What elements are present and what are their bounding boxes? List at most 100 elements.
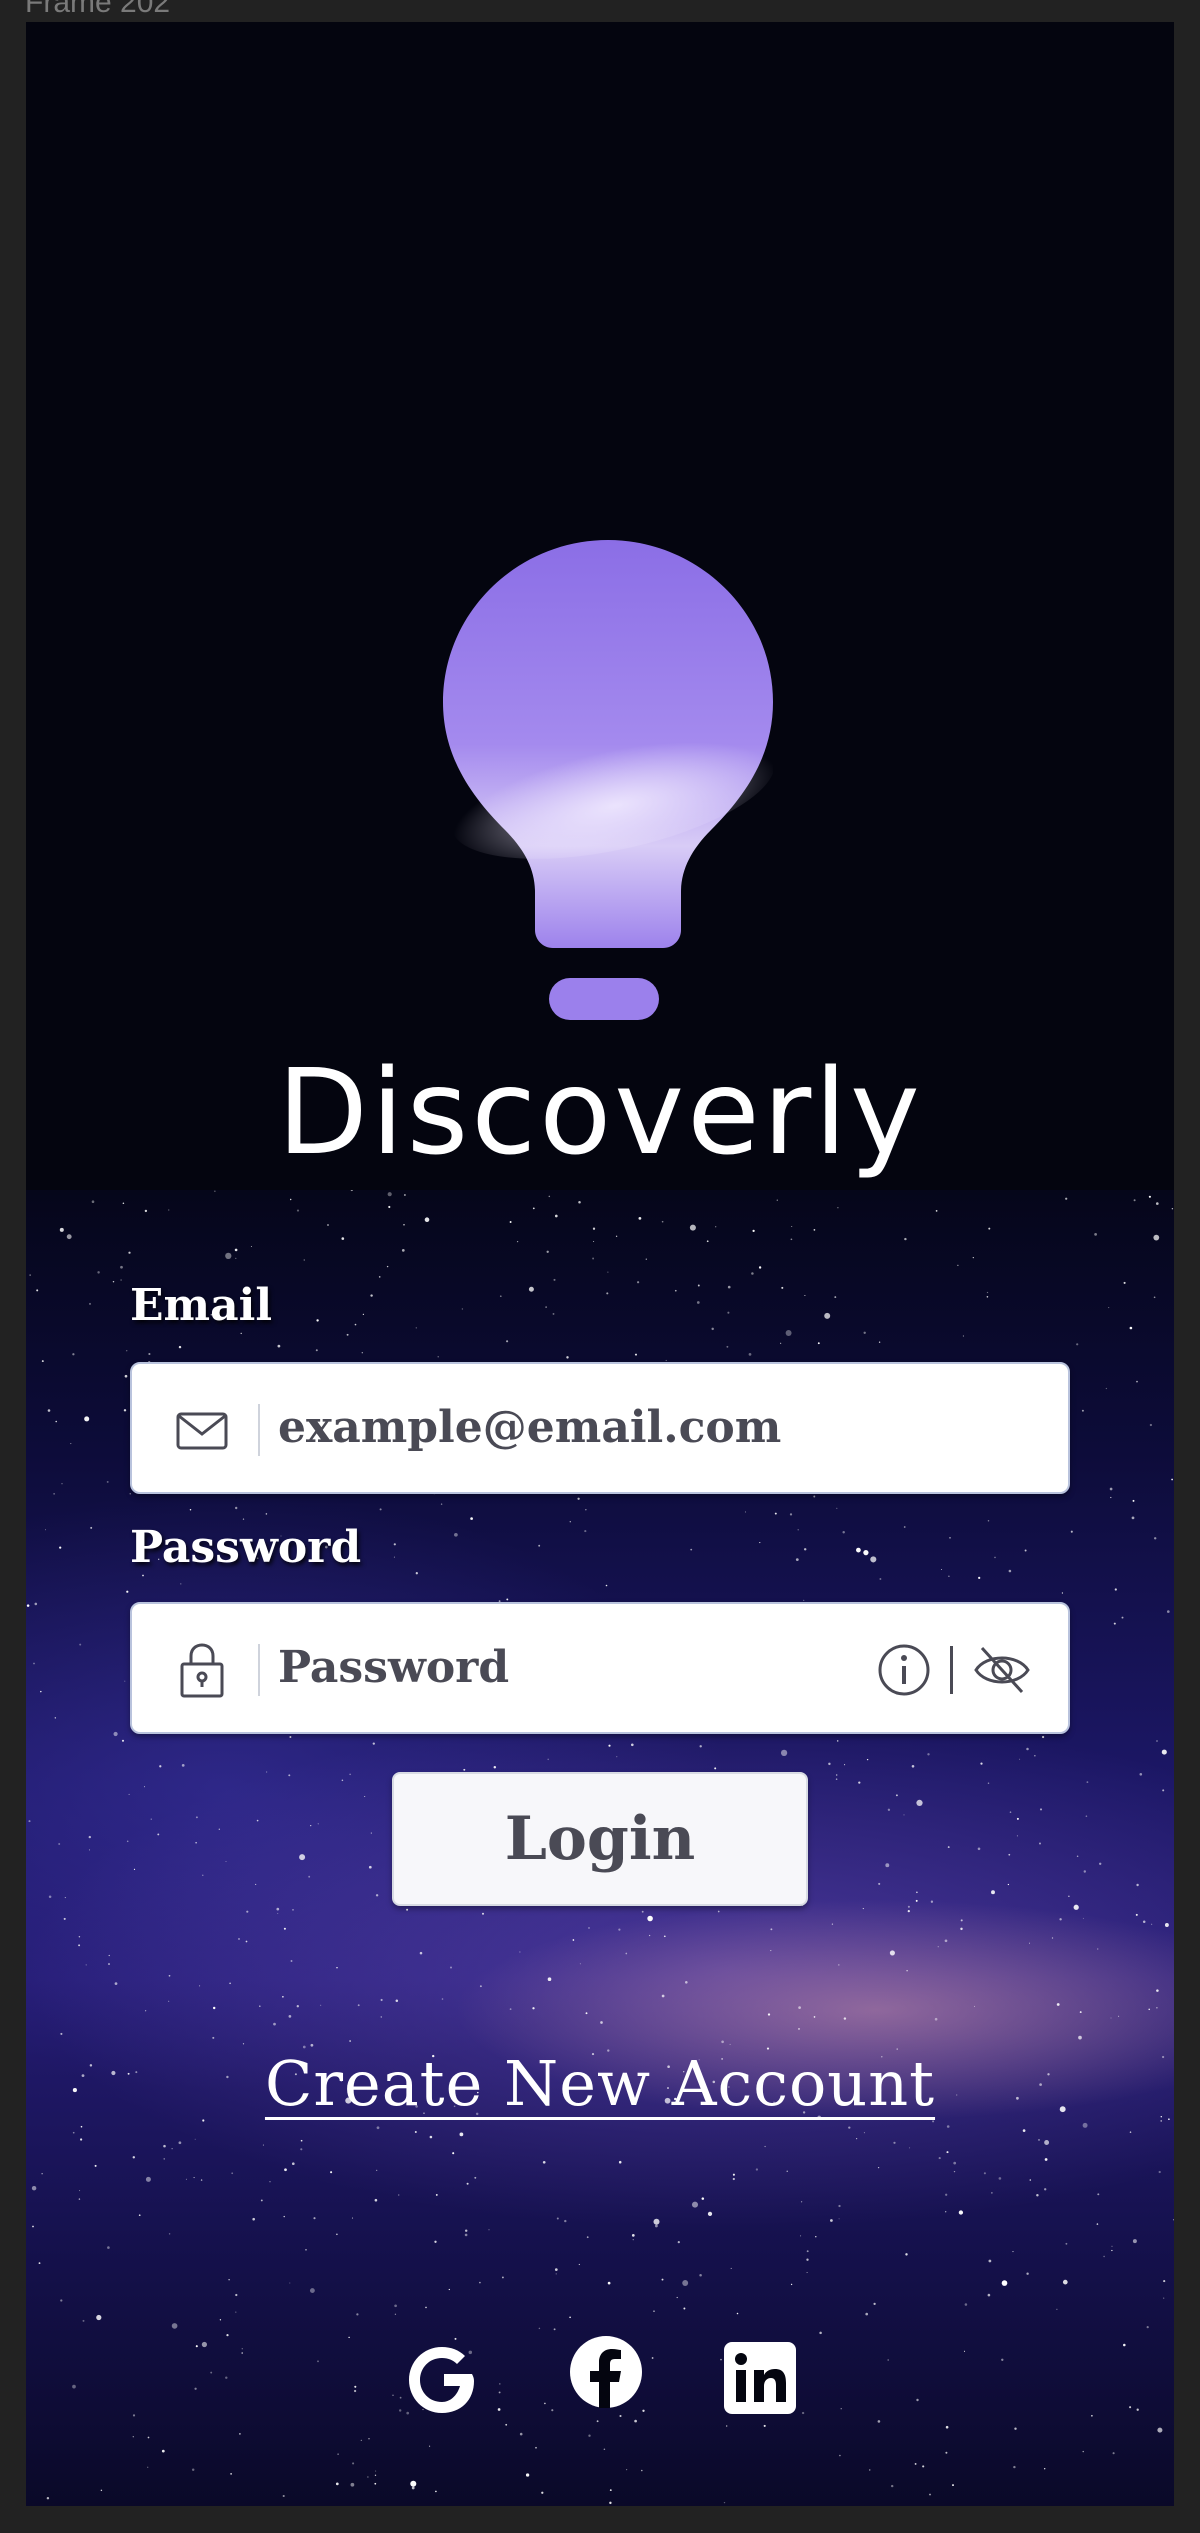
- star: [448, 2288, 450, 2291]
- star: [592, 1227, 596, 1230]
- star: [732, 2177, 735, 2181]
- star: [31, 2185, 37, 2191]
- password-input[interactable]: [278, 1604, 838, 1732]
- star: [1039, 1808, 1043, 1811]
- star: [973, 2005, 976, 2007]
- star: [1044, 2468, 1046, 2470]
- star: [171, 2323, 178, 2329]
- star: [682, 2280, 689, 2286]
- star: [341, 1779, 344, 1782]
- star: [960, 1927, 963, 1931]
- star: [346, 1333, 349, 1336]
- star: [470, 1517, 473, 1520]
- star: [815, 2236, 817, 2238]
- star: [1013, 2465, 1016, 2469]
- star: [1083, 1870, 1087, 1873]
- star: [242, 1518, 245, 1520]
- star: [904, 1237, 907, 1241]
- star: [780, 1749, 788, 1757]
- star: [265, 1771, 268, 1773]
- star: [953, 2161, 957, 2165]
- star: [288, 1774, 291, 1777]
- eye-slash-icon[interactable]: [972, 1640, 1032, 1700]
- star: [144, 1209, 148, 1213]
- password-field[interactable]: [130, 1602, 1070, 1734]
- star: [398, 2194, 400, 2196]
- star: [632, 2239, 634, 2241]
- star: [393, 1556, 395, 1558]
- star: [839, 2454, 841, 2457]
- star: [947, 1846, 950, 1849]
- star: [706, 1240, 709, 1243]
- star: [1082, 2450, 1084, 2453]
- google-icon[interactable]: [404, 2340, 484, 2420]
- star: [195, 1816, 198, 1819]
- star: [259, 2005, 261, 2007]
- star: [1044, 2158, 1048, 2161]
- star: [606, 1292, 609, 1295]
- star: [300, 2139, 303, 2142]
- star: [1129, 2406, 1132, 2409]
- star: [283, 1927, 286, 1930]
- star: [1146, 2326, 1149, 2329]
- star: [88, 1849, 91, 1851]
- star: [100, 2489, 103, 2492]
- star: [707, 2211, 713, 2217]
- star: [988, 1227, 991, 1230]
- linkedin-icon[interactable]: [720, 2338, 800, 2418]
- star: [1012, 2251, 1014, 2253]
- star: [856, 2138, 858, 2140]
- star: [893, 2141, 896, 2144]
- star: [1062, 2279, 1068, 2285]
- star: [960, 1919, 963, 1922]
- star: [225, 1252, 232, 1260]
- star: [938, 2157, 941, 2160]
- star: [546, 1250, 549, 1253]
- star: [273, 2022, 276, 2026]
- star: [988, 2259, 992, 2263]
- star: [945, 2451, 948, 2454]
- star: [1136, 1883, 1139, 1887]
- star: [873, 2302, 876, 2306]
- star: [1024, 1549, 1027, 1552]
- star: [843, 2017, 847, 2020]
- star: [803, 1548, 807, 1551]
- star: [940, 1568, 943, 1571]
- star: [230, 2473, 232, 2475]
- star: [838, 2218, 840, 2220]
- facebook-icon[interactable]: [566, 2332, 646, 2412]
- star: [245, 1940, 248, 1943]
- star: [983, 2172, 986, 2175]
- star: [862, 1908, 864, 1910]
- star: [600, 2021, 603, 2024]
- star: [1059, 1918, 1062, 1921]
- star: [1038, 2139, 1040, 2141]
- star: [945, 2425, 949, 2429]
- star: [289, 2282, 291, 2284]
- star: [715, 1226, 717, 1228]
- star: [579, 1963, 581, 1965]
- star: [578, 1201, 581, 1204]
- star: [569, 2316, 571, 2319]
- star: [349, 1773, 351, 1776]
- email-input[interactable]: [278, 1364, 838, 1492]
- star: [497, 2408, 501, 2411]
- star: [132, 2414, 136, 2417]
- star: [449, 1966, 453, 1969]
- star: [499, 2383, 501, 2385]
- star: [231, 2172, 234, 2175]
- info-icon[interactable]: [876, 1642, 932, 1698]
- star: [665, 1359, 667, 1362]
- email-field[interactable]: [130, 1362, 1070, 1494]
- star: [547, 1758, 549, 1761]
- star: [128, 1793, 130, 1795]
- login-button[interactable]: Login: [392, 1772, 808, 1906]
- star: [727, 1285, 731, 1289]
- create-account-link[interactable]: Create New Account: [26, 2034, 1174, 2134]
- star: [133, 1868, 136, 1871]
- star: [929, 2493, 931, 2496]
- star: [1111, 2249, 1113, 2252]
- star: [964, 2303, 968, 2306]
- star: [836, 1507, 838, 1509]
- star: [63, 1917, 66, 1920]
